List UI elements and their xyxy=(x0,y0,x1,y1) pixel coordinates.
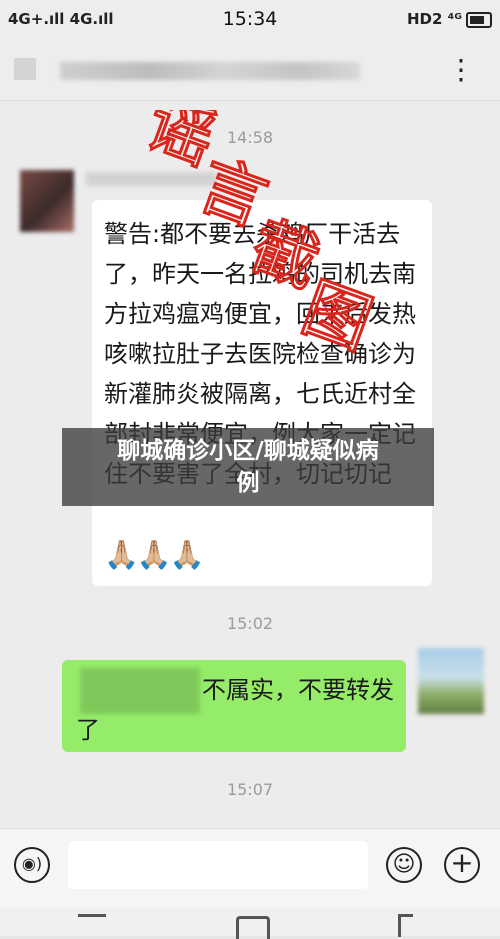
timestamp: 14:58 xyxy=(226,128,274,147)
chat-screen: 4G+.ıll 4G.ıll 15:34 HD2 ⁴ᴳ ⋮ 14:58 警告:都… xyxy=(0,0,500,939)
avatar[interactable] xyxy=(20,170,74,232)
chat-title-redacted xyxy=(60,62,360,80)
battery-icon xyxy=(466,12,492,28)
more-options-icon[interactable]: ⋮ xyxy=(447,56,476,84)
chat-header: ⋮ xyxy=(0,40,500,101)
headline-line: 例 xyxy=(236,470,260,496)
status-bar: 4G+.ıll 4G.ıll 15:34 HD2 ⁴ᴳ xyxy=(0,0,500,40)
voice-icon[interactable]: ◉) xyxy=(14,847,50,883)
back-nav-icon[interactable] xyxy=(398,914,413,937)
plus-icon[interactable]: + xyxy=(444,847,480,883)
timestamp: 15:07 xyxy=(226,780,274,799)
sender-name-redacted xyxy=(86,172,216,186)
input-bar: ◉) ☺ + xyxy=(0,828,500,909)
message-input[interactable] xyxy=(68,841,368,889)
praying-hands-emoji: 🙏🏼🙏🏼🙏🏼 xyxy=(104,538,205,571)
headline-line: 聊城确诊小区/聊城疑似病 xyxy=(117,438,379,464)
menu-icon[interactable] xyxy=(78,914,106,935)
outgoing-message-text: 不属实，不要转发了 xyxy=(76,676,394,744)
avatar[interactable] xyxy=(418,648,484,714)
emoji-icon[interactable]: ☺ xyxy=(386,847,422,883)
bottom-navigation xyxy=(0,908,500,939)
headline-banner: 聊城确诊小区/聊城疑似病 例 xyxy=(62,428,434,506)
incoming-message-bubble[interactable]: 警告:都不要去杀鸡厂干活去了，昨天一名拉鸡的司机去南方拉鸡瘟鸡便宜，回来后发热咳… xyxy=(92,200,432,586)
network-indicator: HD2 ⁴ᴳ xyxy=(407,10,462,28)
timestamp: 15:02 xyxy=(226,614,274,633)
outgoing-message-bubble[interactable]: 不属实，不要转发了 xyxy=(62,660,406,752)
back-icon[interactable] xyxy=(14,58,36,80)
